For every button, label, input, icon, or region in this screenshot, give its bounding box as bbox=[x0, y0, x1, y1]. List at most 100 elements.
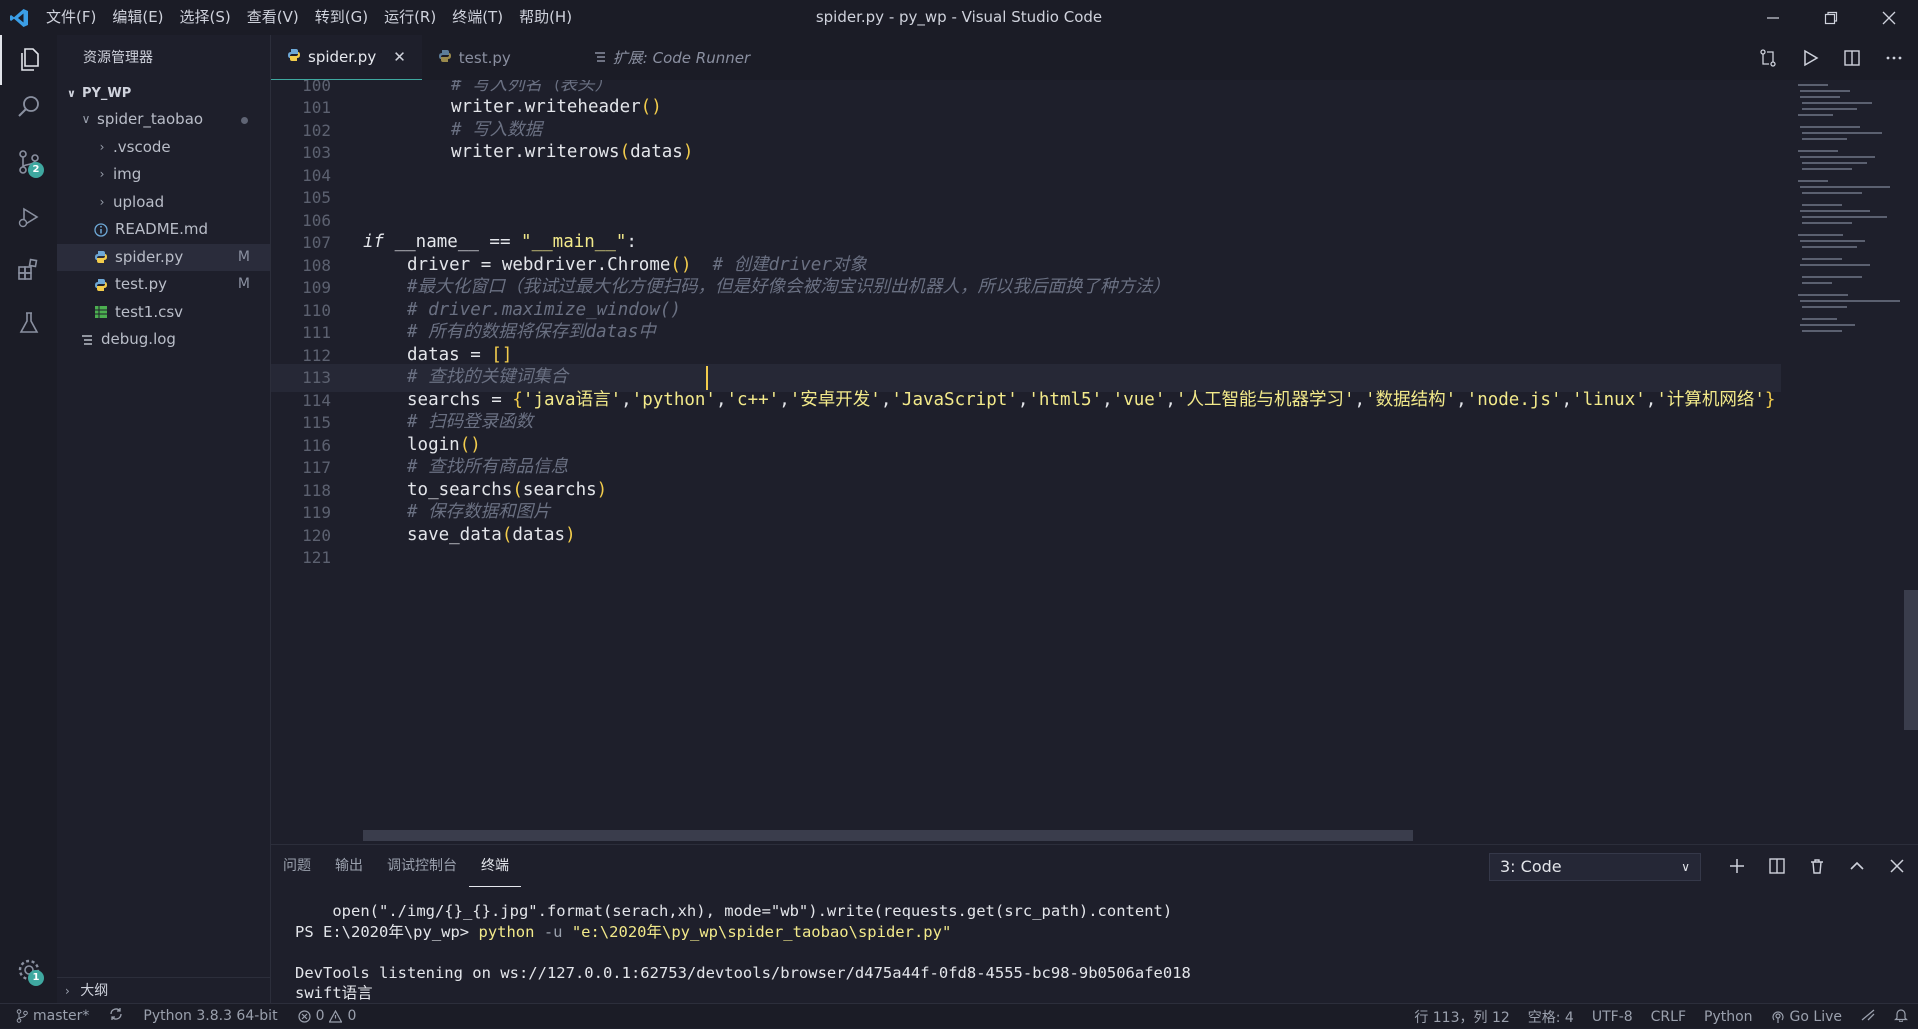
outline-section[interactable]: › 大纲 bbox=[57, 977, 271, 1003]
panel-tab[interactable]: 调试控制台 bbox=[375, 845, 469, 887]
settings-gear-icon[interactable]: 1 bbox=[0, 945, 57, 995]
warning-count: 0 bbox=[347, 1008, 357, 1024]
source-control-icon[interactable]: 2 bbox=[0, 137, 57, 187]
language-mode[interactable]: Python bbox=[1704, 1009, 1753, 1025]
terminal-select-value: 3: Code bbox=[1500, 857, 1562, 876]
window-controls bbox=[1744, 0, 1918, 35]
go-live-label: Go Live bbox=[1789, 1008, 1842, 1025]
tab-test-py[interactable]: test.py bbox=[422, 35, 578, 80]
menu-item[interactable]: 终端(T) bbox=[444, 0, 511, 35]
file-debug-log[interactable]: debug.log bbox=[57, 326, 270, 354]
file-readme-md[interactable]: README.md bbox=[57, 216, 270, 244]
cursor-position[interactable]: 行 113，列 12 bbox=[1414, 1007, 1509, 1027]
tree-item-label: img bbox=[113, 165, 142, 183]
panel-actions bbox=[1724, 845, 1910, 887]
horizontal-scrollbar[interactable] bbox=[363, 830, 1413, 841]
chevron-right-icon: › bbox=[99, 167, 105, 181]
feedback-icon[interactable] bbox=[1860, 1008, 1876, 1026]
tab-spider-py[interactable]: spider.py ✕ bbox=[271, 35, 422, 80]
file-test-py[interactable]: test.py M bbox=[57, 271, 270, 299]
encoding[interactable]: UTF-8 bbox=[1592, 1009, 1633, 1025]
code-line[interactable]: 121 bbox=[271, 544, 1781, 572]
end-of-line[interactable]: CRLF bbox=[1651, 1009, 1686, 1025]
git-status-badge: M bbox=[237, 248, 250, 265]
git-status-badge: M bbox=[237, 276, 250, 292]
menu-item[interactable]: 运行(R) bbox=[376, 0, 444, 35]
menu-item[interactable]: 查看(V) bbox=[239, 0, 307, 35]
vertical-scrollbar[interactable] bbox=[1904, 590, 1918, 730]
code-editor[interactable]: 100 # 写入列名（表头） 101 writer.writeheader() 102 #… bbox=[271, 80, 1918, 844]
terminal-line: DevTools listening on ws://127.0.0.1:627… bbox=[295, 963, 1191, 982]
terminal-line: swift语言 bbox=[295, 984, 373, 1002]
trash-icon[interactable] bbox=[1804, 853, 1830, 879]
panel-tab[interactable]: 问题 bbox=[271, 845, 323, 887]
compare-changes-icon[interactable] bbox=[1754, 44, 1782, 72]
panel-tab[interactable]: 终端 bbox=[469, 845, 521, 887]
vscode-logo-icon bbox=[0, 0, 38, 35]
outline-label: 大纲 bbox=[80, 983, 109, 999]
settings-badge: 1 bbox=[28, 970, 44, 986]
folder-spider-taobao[interactable]: ∨ spider_taobao bbox=[57, 106, 270, 134]
menu-item[interactable]: 帮助(H) bbox=[511, 0, 580, 35]
folder-vscode[interactable]: › .vscode bbox=[57, 134, 270, 162]
close-icon[interactable]: ✕ bbox=[393, 48, 406, 66]
minimize-button[interactable] bbox=[1744, 0, 1802, 35]
sync-icon[interactable] bbox=[109, 1007, 123, 1025]
testing-flask-icon[interactable] bbox=[0, 298, 57, 348]
split-terminal-icon[interactable] bbox=[1764, 853, 1790, 879]
panel-tabs: 问题 输出 调试控制台 终端 bbox=[271, 845, 521, 887]
info-icon bbox=[93, 222, 109, 238]
explorer-icon[interactable] bbox=[0, 35, 57, 85]
terminal-output[interactable]: open("./img/{}_{}.jpg".format(serach,xh)… bbox=[295, 901, 1191, 1004]
file-spider-py[interactable]: spider.py M bbox=[57, 243, 270, 271]
notifications-bell-icon[interactable] bbox=[1894, 1008, 1908, 1026]
panel-tab[interactable]: 输出 bbox=[323, 845, 375, 887]
run-file-icon[interactable] bbox=[1796, 44, 1824, 72]
menu-item[interactable]: 选择(S) bbox=[172, 0, 239, 35]
split-editor-icon[interactable] bbox=[1838, 44, 1866, 72]
bottom-panel: 问题 输出 调试控制台 终端 3: Code ∨ open("./img/{}_{}.… bbox=[271, 844, 1918, 1003]
search-icon[interactable] bbox=[0, 82, 57, 132]
new-terminal-icon[interactable] bbox=[1724, 853, 1750, 879]
maximize-panel-icon[interactable] bbox=[1844, 853, 1870, 879]
minimap[interactable] bbox=[1788, 80, 1908, 400]
restore-button[interactable] bbox=[1802, 0, 1860, 35]
chevron-down-icon: ∨ bbox=[81, 112, 91, 126]
tree-item-label: upload bbox=[113, 192, 165, 211]
file-label: debug.log bbox=[101, 330, 176, 348]
more-actions-icon[interactable] bbox=[1880, 44, 1908, 72]
error-icon bbox=[297, 1009, 311, 1023]
menu-item[interactable]: 转到(G) bbox=[307, 0, 376, 35]
tab-code-runner-extension[interactable]: 扩展: Code Runner bbox=[578, 35, 766, 80]
git-branch[interactable]: master* bbox=[16, 1008, 89, 1024]
source-control-badge: 2 bbox=[28, 162, 44, 178]
terminal-select[interactable]: 3: Code ∨ bbox=[1489, 853, 1701, 881]
terminal-line: open("./img/{}_{}.jpg".format(serach,xh)… bbox=[295, 902, 1173, 920]
indentation[interactable]: 空格: 4 bbox=[1528, 1007, 1574, 1027]
python-file-icon bbox=[438, 49, 452, 67]
title-bar: 文件(F) 编辑(E) 选择(S) 查看(V) 转到(G) 运行(R) 终端(T) 帮助(H)… bbox=[0, 0, 1918, 35]
line-number: 121 bbox=[302, 548, 331, 568]
close-panel-icon[interactable] bbox=[1884, 853, 1910, 879]
menu-item[interactable]: 文件(F) bbox=[38, 0, 104, 35]
tree-item-label: test.py bbox=[115, 275, 167, 293]
workspace-header[interactable]: ∨ PY_WP bbox=[57, 81, 270, 106]
problems-indicator[interactable]: 0 0 bbox=[297, 1008, 357, 1024]
go-live-button[interactable]: Go Live bbox=[1771, 1009, 1842, 1025]
close-window-button[interactable] bbox=[1860, 0, 1918, 35]
python-file-icon bbox=[287, 48, 301, 66]
workspace-label: PY_WP bbox=[81, 86, 132, 101]
csv-file-icon bbox=[93, 304, 109, 320]
folder-label: spider_taobao bbox=[97, 110, 204, 128]
extensions-icon[interactable] bbox=[0, 245, 57, 295]
folder-img[interactable]: › img bbox=[57, 161, 270, 189]
git-branch-icon bbox=[16, 1009, 28, 1023]
modified-dot-icon bbox=[241, 117, 248, 124]
folder-upload[interactable]: › upload bbox=[57, 189, 270, 217]
python-interpreter[interactable]: Python 3.8.3 64-bit bbox=[143, 1008, 277, 1024]
menu-item[interactable]: 编辑(E) bbox=[104, 0, 171, 35]
file-test1-csv[interactable]: test1.csv bbox=[57, 299, 270, 327]
editor-actions bbox=[1754, 35, 1908, 80]
run-debug-icon[interactable] bbox=[0, 192, 57, 242]
